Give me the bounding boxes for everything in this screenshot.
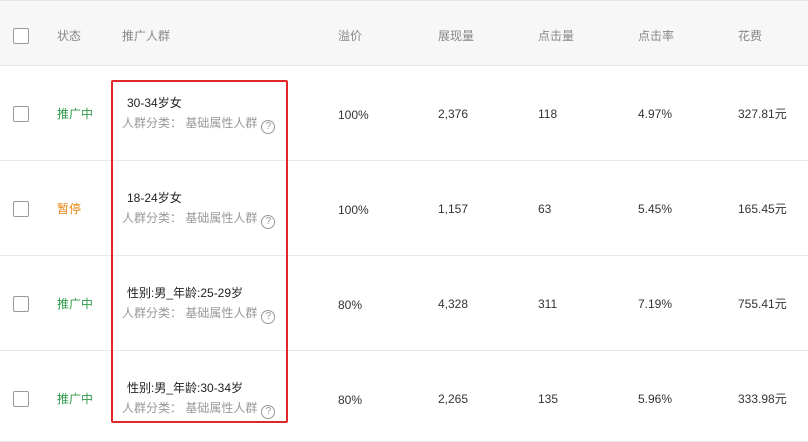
premium-value: 100% — [338, 203, 369, 217]
row-checkbox[interactable] — [13, 106, 29, 122]
crowd-name: 18-24岁女 — [127, 191, 182, 205]
header-premium: 溢价 — [338, 29, 363, 43]
ctr-value: 5.45% — [638, 202, 673, 216]
table-row: 推广中 性别:男_年龄:25-29岁 人群分类： 基础属性人群? 80% 4,3… — [0, 256, 808, 351]
clicks-value: 63 — [538, 202, 552, 216]
table-header: 状态 推广人群 溢价 展现量 点击量 点击率 花费 — [0, 0, 808, 66]
crowd-category: 人群分类： 基础属性人群? — [122, 400, 276, 419]
clicks-value: 311 — [538, 297, 558, 311]
table-row: 暂停 18-24岁女 人群分类： 基础属性人群? 100% 1,157 63 5… — [0, 161, 808, 256]
header-clicks: 点击量 — [538, 29, 575, 43]
header-cost: 花费 — [738, 29, 763, 43]
clicks-value: 118 — [538, 107, 558, 121]
status-badge: 推广中 — [57, 392, 94, 406]
ctr-value: 7.19% — [638, 297, 673, 311]
impressions-value: 1,157 — [438, 202, 469, 216]
crowd-category-label: 人群分类： 基础属性人群 — [122, 401, 258, 415]
premium-value: 80% — [338, 298, 363, 312]
crowd-category: 人群分类： 基础属性人群? — [122, 305, 276, 324]
header-impressions: 展现量 — [438, 29, 475, 43]
help-icon[interactable]: ? — [261, 405, 276, 419]
ctr-value: 5.96% — [638, 392, 673, 406]
status-badge: 暂停 — [57, 202, 82, 216]
help-icon[interactable]: ? — [261, 120, 276, 134]
cost-value: 165.45元 — [738, 202, 787, 216]
impressions-value: 2,265 — [438, 392, 469, 406]
impressions-value: 2,376 — [438, 107, 469, 121]
premium-value: 100% — [338, 108, 369, 122]
crowd-name: 性别:男_年龄:25-29岁 — [127, 286, 244, 300]
status-badge: 推广中 — [57, 107, 94, 121]
cost-value: 327.81元 — [738, 107, 787, 121]
table-row: 推广中 30-34岁女 人群分类： 基础属性人群? 100% 2,376 118… — [0, 66, 808, 161]
header-ctr: 点击率 — [638, 29, 675, 43]
status-badge: 推广中 — [57, 297, 94, 311]
premium-value: 80% — [338, 393, 363, 407]
crowd-category-label: 人群分类： 基础属性人群 — [122, 211, 258, 225]
help-icon[interactable]: ? — [261, 310, 276, 324]
row-checkbox[interactable] — [13, 201, 29, 217]
header-status: 状态 — [57, 29, 82, 43]
row-checkbox[interactable] — [13, 391, 29, 407]
help-icon[interactable]: ? — [261, 215, 276, 229]
crowd-category: 人群分类： 基础属性人群? — [122, 115, 276, 134]
crowd-category-label: 人群分类： 基础属性人群 — [122, 306, 258, 320]
table-row: 推广中 性别:男_年龄:30-34岁 人群分类： 基础属性人群? 80% 2,2… — [0, 351, 808, 442]
crowd-category: 人群分类： 基础属性人群? — [122, 210, 276, 229]
header-crowd: 推广人群 — [122, 29, 171, 43]
crowd-category-label: 人群分类： 基础属性人群 — [122, 116, 258, 130]
crowd-name: 30-34岁女 — [127, 96, 182, 110]
clicks-value: 135 — [538, 392, 559, 406]
impressions-value: 4,328 — [438, 297, 469, 311]
cost-value: 755.41元 — [738, 297, 787, 311]
crowd-name: 性别:男_年龄:30-34岁 — [127, 381, 244, 395]
row-checkbox[interactable] — [13, 296, 29, 312]
ctr-value: 4.97% — [638, 107, 673, 121]
cost-value: 333.98元 — [738, 392, 787, 406]
select-all-checkbox[interactable] — [13, 28, 29, 44]
